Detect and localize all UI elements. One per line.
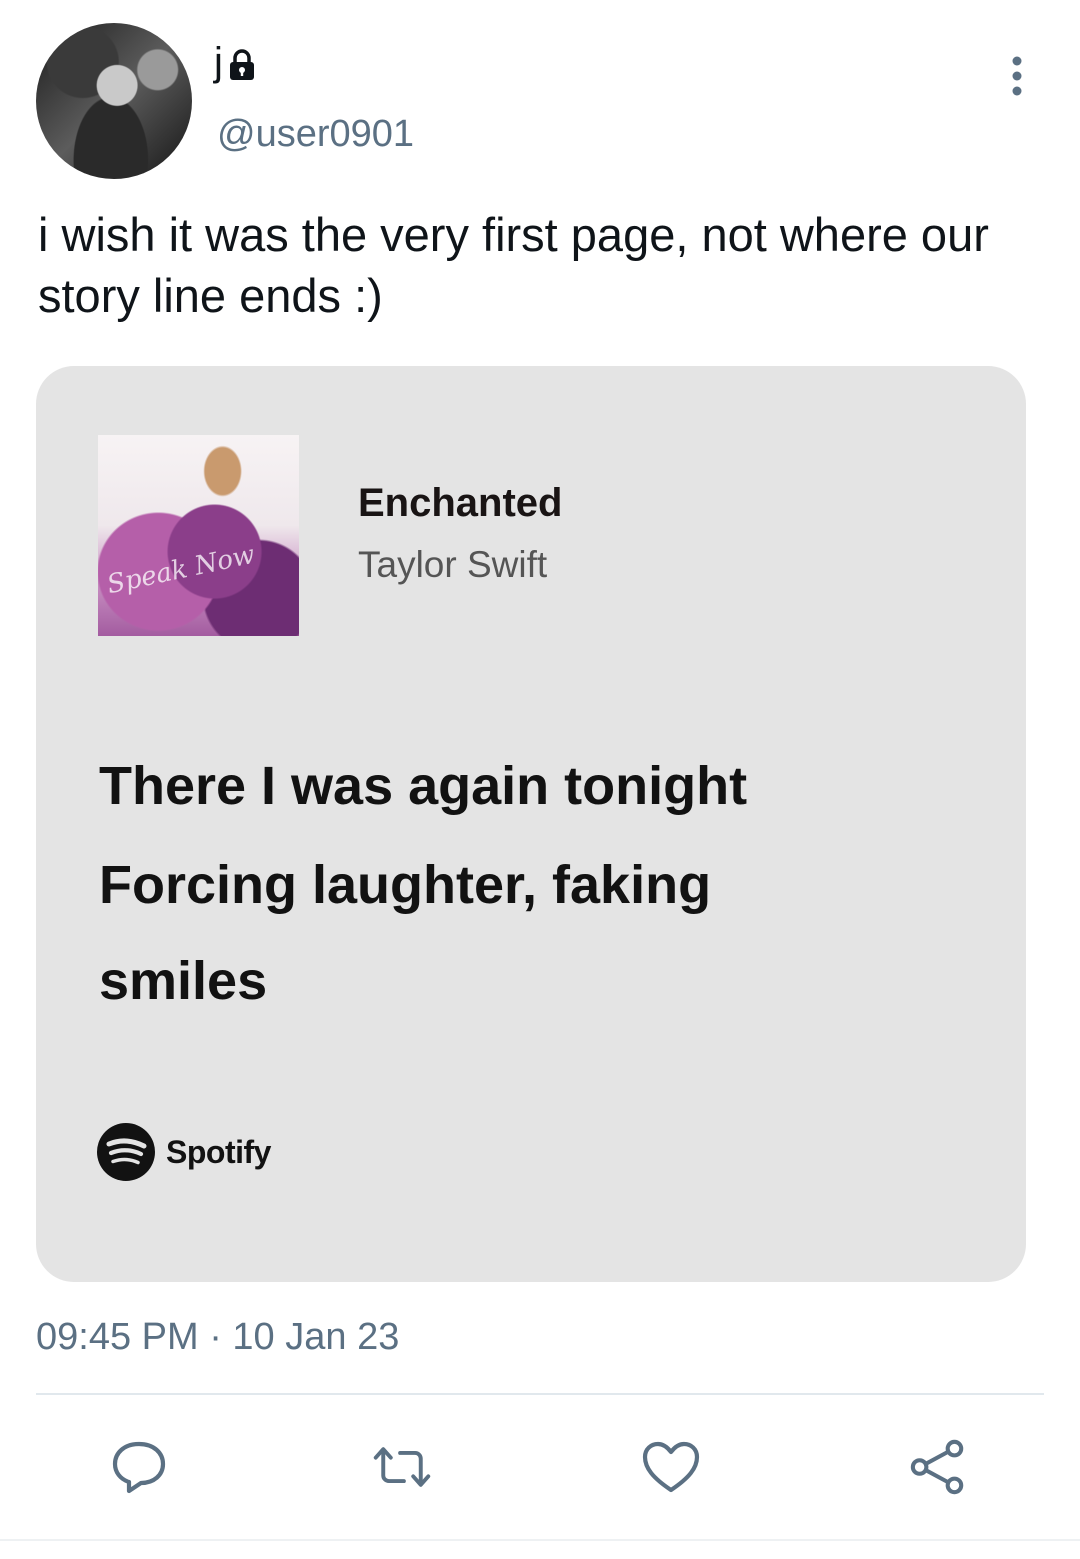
- lock-icon: [229, 49, 254, 80]
- lyric-line: There I was again tonight: [99, 756, 748, 816]
- album-art-lettering: Speak Now: [104, 539, 258, 601]
- display-name[interactable]: j: [214, 40, 223, 84]
- retweet-icon: [373, 1447, 431, 1487]
- album-art: Speak Now: [98, 435, 299, 636]
- user-handle[interactable]: @user0901: [217, 112, 414, 156]
- share-icon: [910, 1439, 964, 1495]
- spotify-lyrics-card[interactable]: Speak Now Enchanted Taylor Swift There I…: [36, 366, 1026, 1282]
- bottom-divider: [0, 1539, 1080, 1541]
- spotify-logo: Spotify: [96, 1122, 271, 1182]
- artist-name: Taylor Swift: [358, 544, 548, 585]
- author-name-row[interactable]: j: [214, 40, 257, 84]
- spotify-icon: [97, 1123, 155, 1181]
- spotify-wordmark: Spotify: [166, 1133, 271, 1170]
- reply-button[interactable]: [109, 1437, 169, 1497]
- song-title: Enchanted: [358, 481, 563, 525]
- lyric-line: smiles: [99, 951, 268, 1011]
- retweet-button[interactable]: [372, 1437, 432, 1497]
- avatar[interactable]: [36, 23, 192, 179]
- lyric-line: Forcing laughter, faking: [99, 855, 712, 915]
- tweet-text: i wish it was the very first page, not w…: [38, 208, 989, 322]
- more-options-icon[interactable]: [1008, 55, 1026, 97]
- reply-icon: [112, 1441, 166, 1494]
- like-button[interactable]: [641, 1437, 701, 1497]
- share-button[interactable]: [908, 1437, 968, 1497]
- tweet-timestamp[interactable]: 09:45 PM · 10 Jan 23: [36, 1314, 399, 1360]
- heart-icon: [642, 1441, 700, 1493]
- divider: [36, 1393, 1044, 1395]
